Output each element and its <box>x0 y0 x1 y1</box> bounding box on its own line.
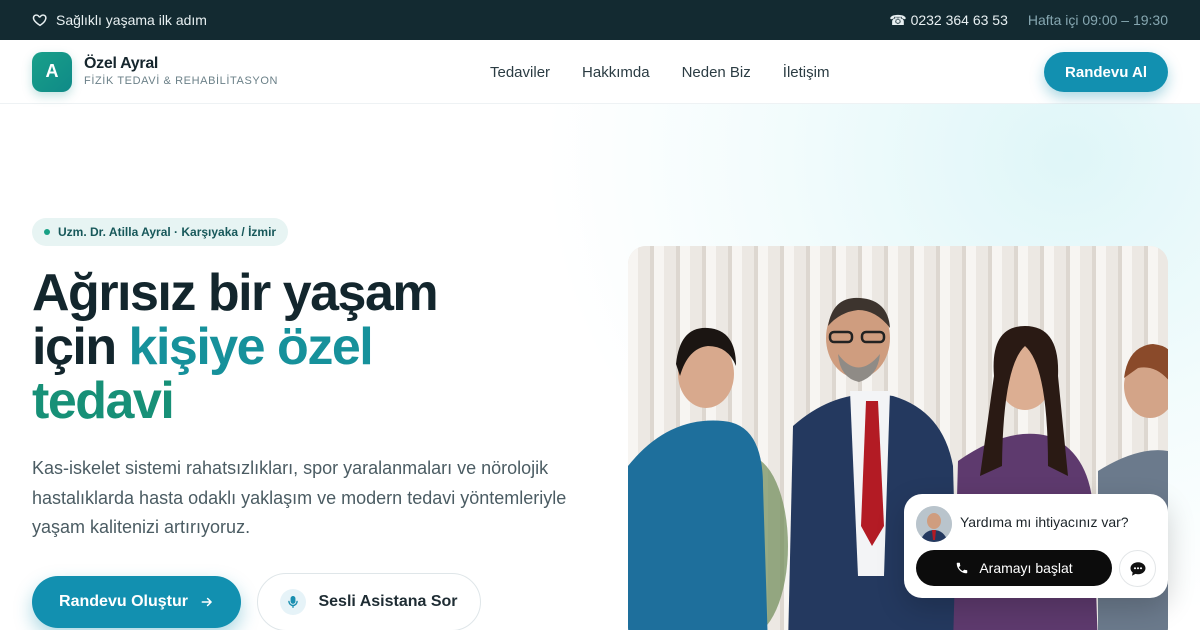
voice-assistant-button[interactable]: Sesli Asistana Sor <box>257 573 481 630</box>
headline-accent-1: kişiye özel <box>128 318 374 376</box>
phone-icon <box>957 562 968 574</box>
help-chat-widget: Yardıma mı ihtiyacınız var? Aramayı başl… <box>904 494 1168 598</box>
badge-dot-icon <box>44 229 50 235</box>
brand[interactable]: Özel Ayral FİZİK TEDAVİ & REHABİLİTASYON <box>84 56 278 87</box>
hero-headline: Ağrısız bir yaşam için kişiye özel tedav… <box>32 266 592 428</box>
start-call-label: Aramayı başlat <box>979 560 1073 576</box>
chat-question: Yardıma mı ihtiyacınız var? <box>960 514 1129 530</box>
headline-part-1: Ağrısız bir yaşam <box>32 264 439 322</box>
heart-icon <box>32 14 47 27</box>
nav-item-neden-biz[interactable]: Neden Biz <box>682 64 751 81</box>
create-appointment-button[interactable]: Randevu Oluştur <box>32 576 241 628</box>
avatar <box>916 506 952 542</box>
chat-bubble-icon <box>1130 561 1145 576</box>
top-bar-tagline-group: Sağlıklı yaşama ilk adım <box>32 12 207 28</box>
headline-part-2: için <box>32 318 129 376</box>
headline-accent-2: tedavi <box>32 372 175 430</box>
nav-item-hakkimda[interactable]: Hakkımda <box>582 64 650 81</box>
top-bar-contact: ☎ 0232 364 63 53 Hafta içi 09:00 – 19:30 <box>889 12 1168 29</box>
site-header: A Özel Ayral FİZİK TEDAVİ & REHABİLİTASY… <box>0 40 1200 104</box>
arrow-right-icon <box>201 597 212 607</box>
create-appointment-label: Randevu Oluştur <box>59 593 188 610</box>
top-bar-tagline: Sağlıklı yaşama ilk adım <box>56 12 207 28</box>
hero-description: Kas-iskelet sistemi rahatsızlıkları, spo… <box>32 458 567 537</box>
doctor-badge: Uzm. Dr. Atilla Ayral · Karşıyaka / İzmi… <box>32 218 289 246</box>
appointment-button[interactable]: Randevu Al <box>1044 52 1168 92</box>
phone-link[interactable]: ☎ 0232 364 63 53 <box>889 12 1008 29</box>
doctor-badge-label: Uzm. Dr. Atilla Ayral · Karşıyaka / İzmi… <box>58 225 277 239</box>
brand-subtitle: FİZİK TEDAVİ & REHABİLİTASYON <box>84 75 279 87</box>
voice-assistant-label: Sesli Asistana Sor <box>318 593 458 610</box>
working-hours: Hafta içi 09:00 – 19:30 <box>1027 12 1168 28</box>
doctor-avatar-image <box>916 506 952 542</box>
nav-item-tedaviler[interactable]: Tedaviler <box>490 64 550 81</box>
top-bar: Sağlıklı yaşama ilk adım ☎ 0232 364 63 5… <box>0 0 1200 40</box>
message-button[interactable] <box>1119 550 1156 587</box>
microphone-icon <box>280 589 307 615</box>
brand-name: Özel Ayral <box>84 55 159 72</box>
logo-mark[interactable]: A <box>32 51 72 92</box>
main-nav: Tedaviler Hakkımda Neden Biz İletişim <box>490 40 829 104</box>
start-call-button[interactable]: Aramayı başlat <box>916 550 1112 586</box>
nav-item-iletisim[interactable]: İletişim <box>783 64 830 81</box>
